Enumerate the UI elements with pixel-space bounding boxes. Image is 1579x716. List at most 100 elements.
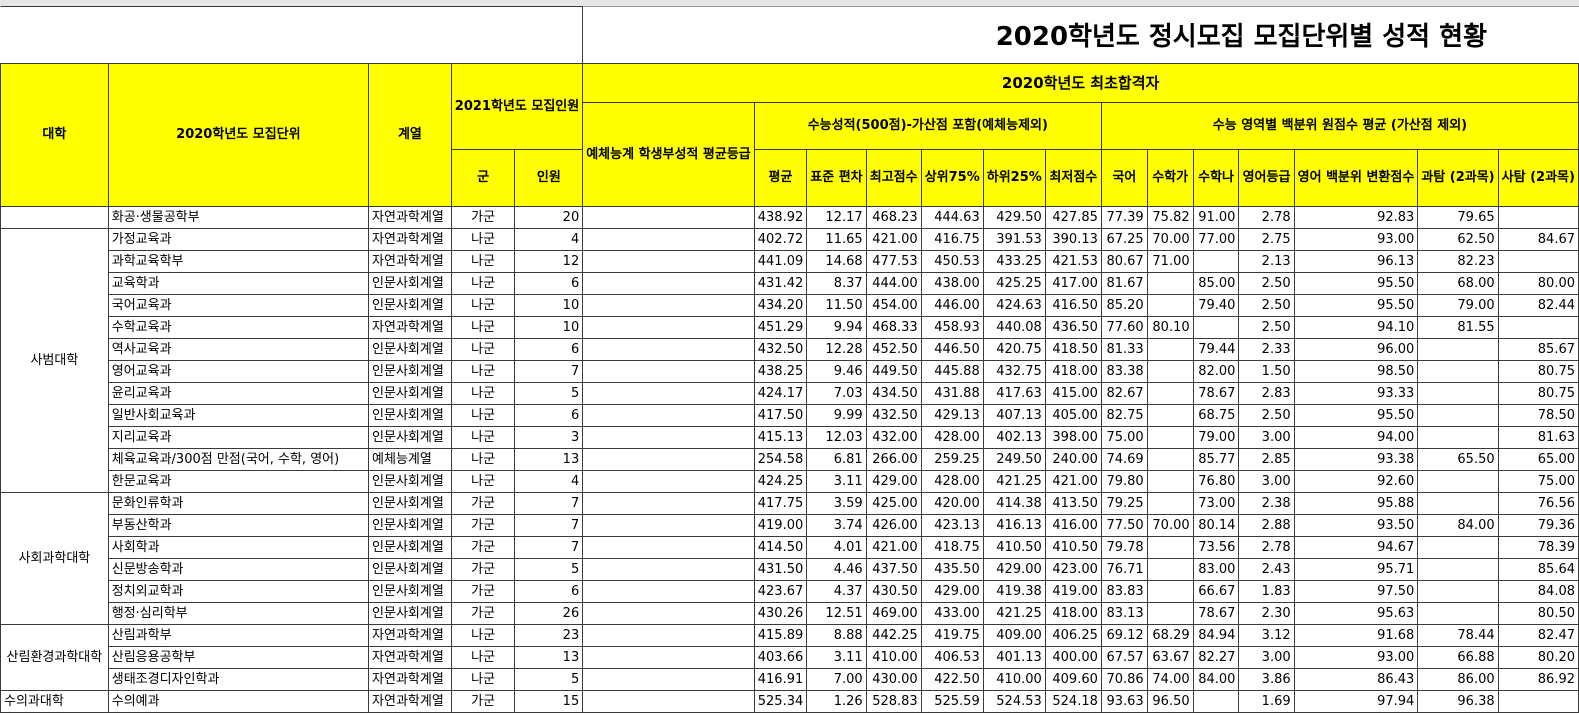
table-cell[interactable]: 425.00	[865, 492, 922, 515]
table-cell[interactable]: 77.39	[1100, 206, 1148, 229]
table-cell[interactable]: 68.75	[1192, 404, 1240, 427]
table-cell[interactable]	[582, 448, 755, 471]
table-cell[interactable]: 83.00	[1192, 558, 1240, 581]
table-cell[interactable]: 403.66	[753, 646, 808, 669]
table-cell[interactable]	[1417, 360, 1499, 383]
table-cell[interactable]: 98.50	[1293, 360, 1419, 383]
table-cell[interactable]: 2.50	[1238, 404, 1295, 427]
table-cell[interactable]: 96.38	[1417, 690, 1499, 713]
table-cell[interactable]: 63.67	[1146, 646, 1194, 669]
table-cell[interactable]: 418.75	[920, 536, 984, 559]
table-cell[interactable]	[1417, 602, 1499, 625]
table-cell[interactable]: 15	[514, 690, 584, 713]
table-cell[interactable]: 421.53	[1044, 250, 1102, 273]
table-cell[interactable]	[582, 492, 755, 515]
table-cell[interactable]: 79.25	[1100, 492, 1148, 515]
table-row[interactable]: 한문교육과 인문사회계열 나군 4 424.25 3.11 429.00 428.00 421.…	[1, 470, 1579, 493]
table-cell[interactable]: 7.00	[806, 668, 867, 691]
table-cell[interactable]: 92.60	[1293, 470, 1419, 493]
table-cell[interactable]: 414.38	[982, 492, 1046, 515]
table-cell[interactable]: 80.00	[1497, 272, 1579, 295]
table-cell[interactable]: 409.60	[1044, 668, 1102, 691]
table-cell[interactable]: 사회학과	[107, 536, 370, 559]
table-cell[interactable]: 가군	[450, 690, 516, 713]
table-cell[interactable]: 76.56	[1497, 492, 1579, 515]
table-cell[interactable]: 449.50	[865, 360, 922, 383]
table-cell[interactable]: 65.00	[1497, 448, 1579, 471]
table-cell[interactable]: 436.50	[1044, 316, 1102, 339]
table-cell[interactable]: 93.00	[1293, 228, 1419, 251]
table-cell[interactable]	[582, 646, 755, 669]
table-cell[interactable]	[1417, 426, 1499, 449]
table-cell[interactable]: 81.55	[1417, 316, 1499, 339]
table-cell[interactable]: 10	[514, 294, 584, 317]
table-row[interactable]: 교육학과 인문사회계열 나군 6 431.42 8.37 444.00 438.00 425.2…	[1, 272, 1579, 295]
table-cell[interactable]: 5	[514, 382, 584, 405]
table-cell[interactable]: 96.00	[1293, 338, 1419, 361]
table-cell[interactable]: 인문사회계열	[368, 536, 452, 559]
table-cell[interactable]: 13	[514, 646, 584, 669]
table-cell[interactable]: 11.65	[806, 228, 867, 251]
table-cell[interactable]: 자연과학계열	[368, 690, 452, 713]
table-cell[interactable]: 524.18	[1044, 690, 1102, 713]
table-cell[interactable]: 2.50	[1238, 272, 1295, 295]
table-cell[interactable]: 405.00	[1044, 404, 1102, 427]
table-cell[interactable]: 자연과학계열	[368, 646, 452, 669]
table-cell[interactable]: 254.58	[753, 448, 808, 471]
table-cell[interactable]: 438.25	[753, 360, 808, 383]
table-cell[interactable]: 67.25	[1100, 228, 1148, 251]
table-cell[interactable]: 80.75	[1497, 382, 1579, 405]
table-cell[interactable]: 4	[514, 470, 584, 493]
table-cell[interactable]: 424.63	[982, 294, 1046, 317]
table-cell[interactable]: 3	[514, 426, 584, 449]
table-cell[interactable]	[582, 250, 755, 273]
table-cell[interactable]: 424.17	[753, 382, 808, 405]
table-cell[interactable]: 73.56	[1192, 536, 1240, 559]
table-cell[interactable]: 434.20	[753, 294, 808, 317]
table-cell[interactable]: 10	[514, 316, 584, 339]
table-cell[interactable]: 인문사회계열	[368, 272, 452, 295]
table-cell[interactable]: 94.67	[1293, 536, 1419, 559]
table-cell[interactable]: 93.00	[1293, 646, 1419, 669]
table-cell[interactable]: 나군	[450, 338, 516, 361]
table-cell[interactable]: 415.89	[753, 624, 808, 647]
table-cell[interactable]: 지리교육과	[107, 426, 370, 449]
table-cell[interactable]: 83.83	[1100, 580, 1148, 603]
table-cell[interactable]: 82.23	[1417, 250, 1499, 273]
table-cell[interactable]: 97.50	[1293, 580, 1419, 603]
table-cell[interactable]	[1146, 404, 1194, 427]
table-cell[interactable]: 407.13	[982, 404, 1046, 427]
table-cell[interactable]: 14.68	[806, 250, 867, 273]
table-cell[interactable]: 83.38	[1100, 360, 1148, 383]
table-cell[interactable]: 431.42	[753, 272, 808, 295]
table-cell[interactable]: 70.00	[1146, 228, 1194, 251]
college-cell[interactable]: 사범대학	[0, 228, 109, 493]
table-cell[interactable]: 422.50	[920, 668, 984, 691]
table-cell[interactable]: 6	[514, 338, 584, 361]
table-cell[interactable]: 525.34	[753, 690, 808, 713]
table-cell[interactable]	[1497, 206, 1579, 229]
table-cell[interactable]: 75.82	[1146, 206, 1194, 229]
table-cell[interactable]: 91.68	[1293, 624, 1419, 647]
table-row[interactable]: 체육교육과/300점 만점(국어, 수학, 영어) 예체능계열 나군 13 254.58…	[1, 448, 1579, 471]
table-cell[interactable]: 391.53	[982, 228, 1046, 251]
table-cell[interactable]: 9.99	[806, 404, 867, 427]
table-cell[interactable]: 429.00	[865, 470, 922, 493]
table-cell[interactable]: 인문사회계열	[368, 426, 452, 449]
table-cell[interactable]: 가군	[450, 492, 516, 515]
table-cell[interactable]	[1146, 382, 1194, 405]
table-cell[interactable]: 93.63	[1100, 690, 1148, 713]
table-cell[interactable]: 나군	[450, 272, 516, 295]
table-cell[interactable]	[1497, 316, 1579, 339]
table-cell[interactable]: 413.50	[1044, 492, 1102, 515]
table-cell[interactable]: 80.75	[1497, 360, 1579, 383]
table-cell[interactable]: 432.50	[865, 404, 922, 427]
table-cell[interactable]: 한문교육과	[107, 470, 370, 493]
table-cell[interactable]: 80.67	[1100, 250, 1148, 273]
table-cell[interactable]: 469.00	[865, 602, 922, 625]
table-cell[interactable]: 81.67	[1100, 272, 1148, 295]
table-cell[interactable]: 78.67	[1192, 382, 1240, 405]
table-cell[interactable]: 96.13	[1293, 250, 1419, 273]
table-cell[interactable]: 93.50	[1293, 514, 1419, 537]
table-cell[interactable]: 410.50	[982, 536, 1046, 559]
